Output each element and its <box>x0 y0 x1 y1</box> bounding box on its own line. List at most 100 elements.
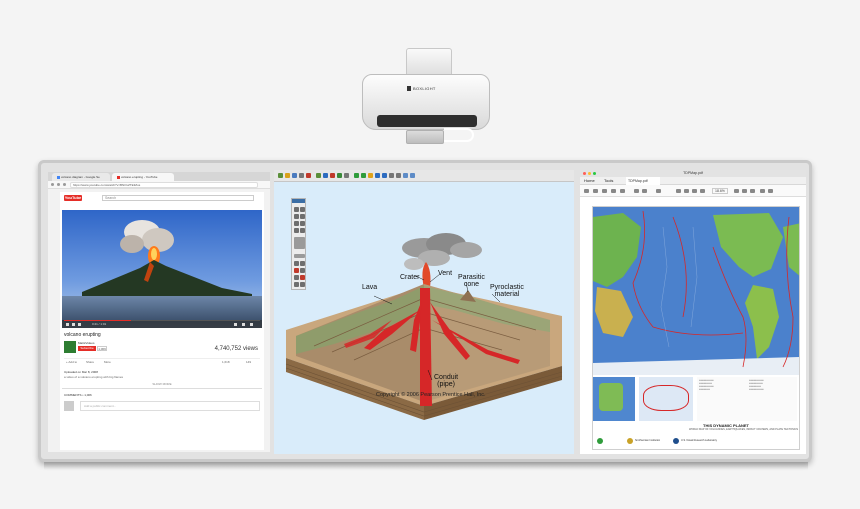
fit-page-icon[interactable] <box>734 189 739 193</box>
diagram-window: Crater Vent Lava Parasitic cone Pyroclas… <box>274 170 574 454</box>
video-progress-bar[interactable] <box>64 320 260 321</box>
maximize-window-icon[interactable] <box>593 172 596 175</box>
label-pyroclastic-material: Pyroclastic material <box>490 284 524 298</box>
video-time: 0:21 / 1:01 <box>92 322 107 326</box>
comments-header: COMMENTS • 1,006 <box>64 393 92 397</box>
show-more-button[interactable]: SHOW MORE <box>62 382 262 386</box>
pdf-toolbar: 18.6% <box>580 185 806 197</box>
page-number-field[interactable] <box>656 189 661 193</box>
upload-date: Uploaded on Mar 8, 2008 <box>64 370 98 374</box>
label-crater: Crater <box>400 274 420 281</box>
add-to-button[interactable]: + Add to <box>66 360 77 364</box>
email-icon[interactable] <box>611 189 616 193</box>
browser-tab-search[interactable]: volcano diagram - Google Se <box>52 173 110 181</box>
prev-page-icon[interactable] <box>634 189 639 193</box>
legend-column: ▪▪▪▪▪▪▪▪▪▪▪▪▪▪▪▪▪▪▪▪▪▪▪▪▪▪▪▪▪▪▪▪▪▪▪▪▪▪▪▪… <box>699 379 714 391</box>
subscribe-button[interactable]: Subscribe <box>78 346 96 351</box>
user-avatar <box>64 401 74 411</box>
tab-label: volcano erupting - YouTube <box>121 175 158 179</box>
reload-icon[interactable] <box>63 183 66 186</box>
volume-icon[interactable] <box>78 323 81 326</box>
view-count: 4,740,752 views <box>214 346 258 352</box>
play-icon[interactable] <box>66 323 69 326</box>
pdf-menu-bar: Home Tools TDPMap.pdf <box>580 177 806 185</box>
zoom-out-icon[interactable] <box>692 189 697 193</box>
pdf-page: ▪▪▪▪▪▪▪▪▪▪▪▪▪▪▪▪ ▪▪▪▪▪▪▪▪▪▪▪▪▪▪ ▪▪▪▪▪▪▪▪▪▪… <box>592 206 800 450</box>
pdf-window-title: TDPMap.pdf <box>683 171 703 175</box>
share-button[interactable]: Share <box>86 360 94 364</box>
channel-avatar[interactable] <box>64 341 76 353</box>
channel-name[interactable]: MattsVideos <box>78 341 94 345</box>
youtube-header: YouTube Search <box>60 192 264 204</box>
hand-icon[interactable] <box>684 189 689 193</box>
world-map <box>593 207 799 375</box>
browser-window: volcano diagram - Google Se volcano erup… <box>48 172 270 452</box>
projector-lens <box>377 115 477 127</box>
menu-home[interactable]: Home <box>584 178 595 183</box>
url-field[interactable]: https://www.youtube.com/watch?v=BNOxZTE3… <box>70 182 258 188</box>
usgs-logo-icon <box>597 438 603 444</box>
google-favicon-icon <box>57 175 60 179</box>
back-icon[interactable] <box>51 183 54 186</box>
zoom-in-icon[interactable] <box>700 189 705 193</box>
subscriber-count: 1,069 <box>97 346 107 351</box>
settings-icon[interactable] <box>234 323 237 326</box>
map-subtitle: WORLD MAP OF VOLCANOES, EARTHQUAKES, IMP… <box>689 428 799 431</box>
comment-icon[interactable] <box>760 189 765 193</box>
legend-block: ▪▪▪▪▪▪▪▪▪▪▪▪▪▪▪▪ ▪▪▪▪▪▪▪▪▪▪▪▪▪▪ ▪▪▪▪▪▪▪▪▪▪… <box>697 377 797 421</box>
copyright-notice: Copyright © 2006 Pearson Prentice Hall, … <box>376 392 486 398</box>
youtube-logo[interactable]: YouTube <box>64 195 82 201</box>
comment-input[interactable]: Add a public comment... <box>80 401 260 411</box>
eruption-column <box>422 262 431 288</box>
dislike-count[interactable]: 149 <box>246 360 251 364</box>
ash-cloud <box>402 233 482 270</box>
fullscreen-icon[interactable] <box>250 323 253 326</box>
sign-icon[interactable] <box>768 189 773 193</box>
logo-label-nrl: U.S. Naval Research Laboratory <box>681 439 717 442</box>
projector-foot <box>406 130 444 144</box>
video-player[interactable]: 0:21 / 1:01 <box>62 210 262 328</box>
next-icon[interactable] <box>72 323 75 326</box>
print-icon[interactable] <box>602 189 607 193</box>
volcano-cross-section <box>285 233 563 420</box>
zoom-select[interactable]: 18.6% <box>712 188 728 194</box>
smithsonian-logo-icon <box>627 438 633 444</box>
close-window-icon[interactable] <box>583 172 586 175</box>
upload-icon[interactable] <box>593 189 598 193</box>
search-icon[interactable] <box>620 189 625 193</box>
address-bar: https://www.youtube.com/watch?v=BNOxZTE3… <box>48 181 270 189</box>
inset-map-2 <box>639 377 693 421</box>
video-description: a video of a volcano erupting with big f… <box>64 375 124 379</box>
forward-icon[interactable] <box>57 183 60 186</box>
video-controls: 0:21 / 1:01 <box>62 320 262 328</box>
projector-body: BOXLIGHT <box>362 74 490 130</box>
label-parasitic-cone: Parasitic cone <box>458 274 485 288</box>
minimize-window-icon[interactable] <box>588 172 591 175</box>
volcano-video-frame <box>62 210 262 328</box>
more-button[interactable]: More <box>104 360 111 364</box>
next-page-icon[interactable] <box>642 189 647 193</box>
cursor-icon[interactable] <box>676 189 681 193</box>
label-vent: Vent <box>438 270 453 277</box>
pdf-window: TDPMap.pdf Home Tools TDPMap.pdf 18.6% ▪… <box>580 170 806 454</box>
youtube-favicon-icon <box>117 175 120 179</box>
menu-tools[interactable]: Tools <box>604 178 613 183</box>
save-icon[interactable] <box>584 189 589 193</box>
search-input[interactable]: Search <box>102 195 254 201</box>
tab-label: volcano diagram - Google Se <box>61 175 100 179</box>
youtube-page: YouTube Search 0:21 / 1:01 volcano erupt… <box>60 192 264 450</box>
nrl-logo-icon <box>673 438 679 444</box>
browser-tabs: volcano diagram - Google Se volcano erup… <box>48 172 270 181</box>
projector-brand: BOXLIGHT <box>413 86 436 91</box>
brand-logo-icon <box>407 86 411 91</box>
legend-column: ▪▪▪▪▪▪▪▪▪▪▪▪▪▪▪▪▪▪▪▪▪▪▪▪▪▪▪▪▪▪▪▪▪▪▪▪▪▪▪▪… <box>749 379 764 391</box>
scene: BOXLIGHT volcano diagram - Google Se vol… <box>0 0 860 509</box>
tab-document[interactable]: TDPMap.pdf <box>626 177 660 185</box>
browser-tab-youtube[interactable]: volcano erupting - YouTube <box>112 173 174 181</box>
logo-label-smithsonian: Smithsonian Institution <box>635 439 661 442</box>
document-icon[interactable] <box>742 189 747 193</box>
like-count[interactable]: 1,618 <box>222 360 230 364</box>
label-lava: Lava <box>362 284 378 291</box>
theater-icon[interactable] <box>242 323 245 326</box>
scroll-icon[interactable] <box>750 189 755 193</box>
